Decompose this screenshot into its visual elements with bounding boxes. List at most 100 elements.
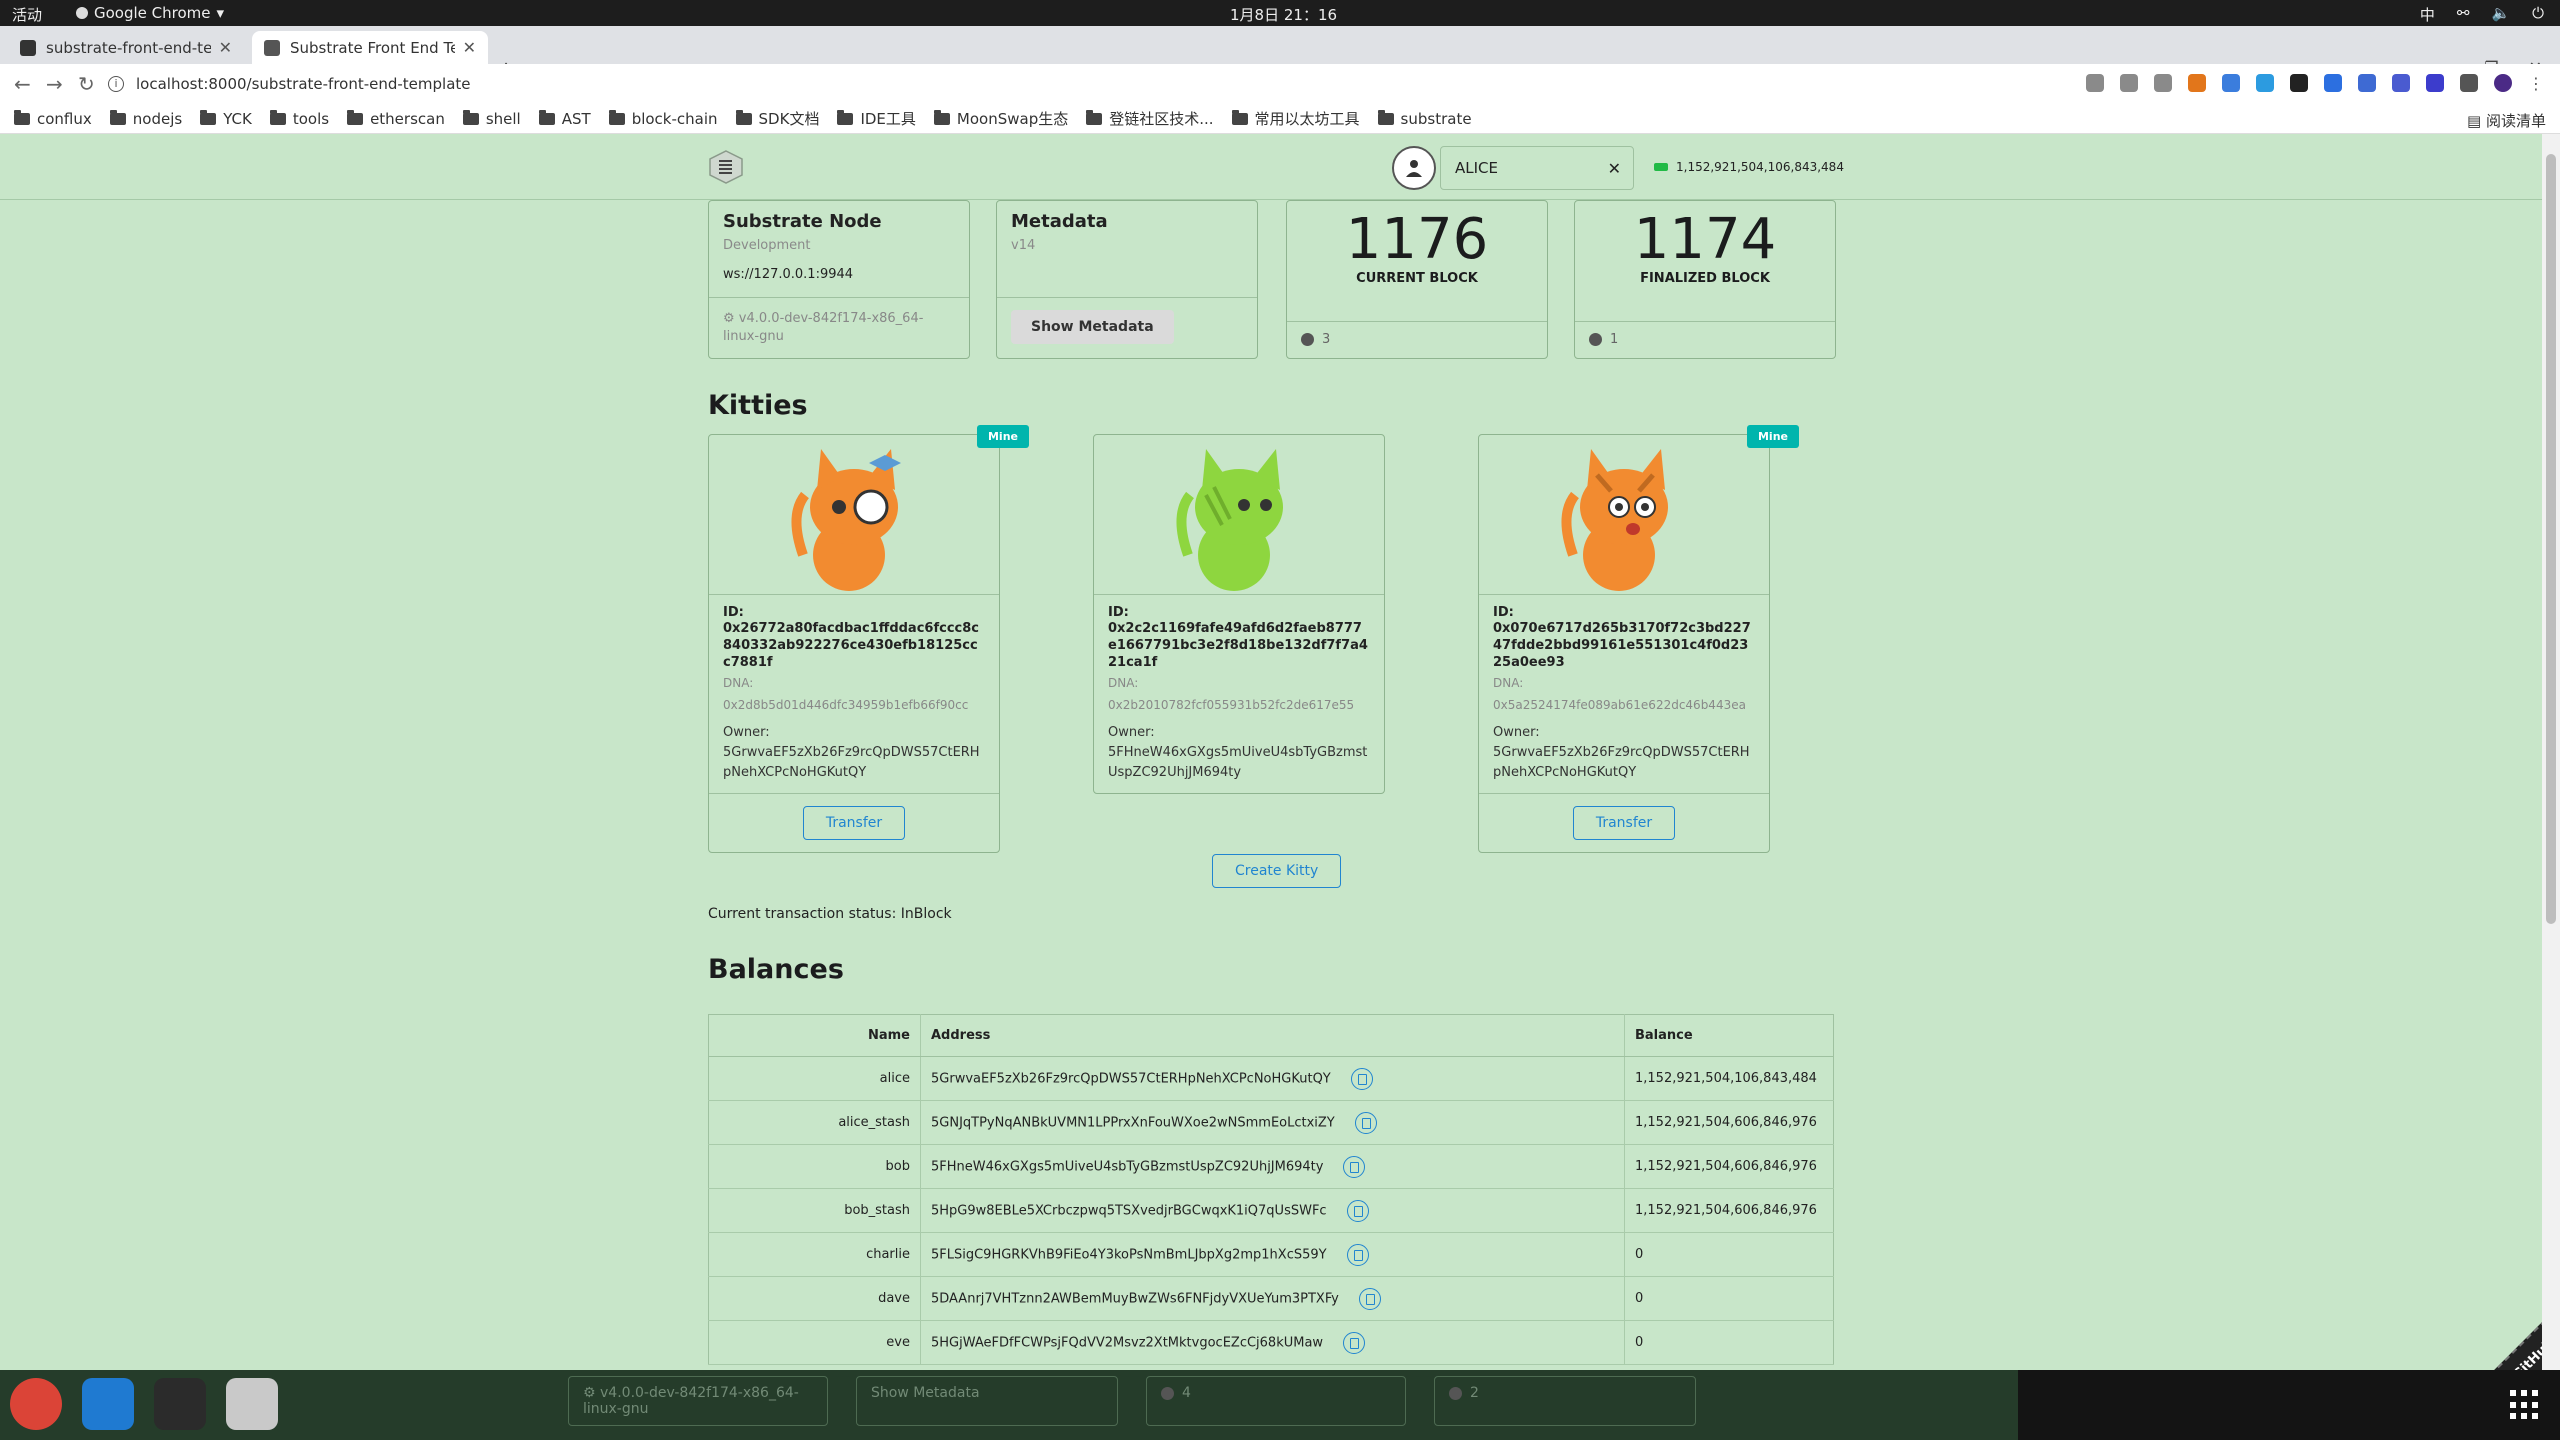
bookmark-folder[interactable]: AST (538, 109, 591, 128)
kebab-menu-icon[interactable]: ⋮ (2528, 74, 2546, 93)
translate-icon[interactable] (2086, 74, 2104, 92)
app-menu[interactable]: Google Chrome ▾ (76, 4, 224, 22)
profile-avatar[interactable] (2494, 74, 2512, 92)
copy-icon[interactable] (1346, 1243, 1369, 1266)
chrome-dock-icon[interactable] (10, 1378, 62, 1430)
mine-badge: Mine (976, 425, 1029, 448)
ghost-version: ⚙ v4.0.0-dev-842f174-x86_64-linux-gnu (568, 1376, 828, 1426)
folder-icon (608, 109, 625, 125)
bookmark-folder[interactable]: 登链社区技术... (1086, 108, 1214, 129)
bookmark-folder[interactable]: block-chain (608, 109, 718, 128)
os-top-bar: 活动 Google Chrome ▾ 1月8日 21：16 中 ⚯ 🔈 ⏻ (0, 0, 2560, 26)
network-icon[interactable]: ⚯ (2457, 4, 2470, 25)
transfer-button[interactable]: Transfer (802, 806, 906, 840)
copy-icon[interactable] (1346, 1199, 1369, 1222)
kitty-details: ID: 0x070e6717d265b3170f72c3bd22747fdde2… (1479, 595, 1769, 793)
tab-title: substrate-front-end-temp (46, 38, 211, 57)
extension-icon[interactable] (2290, 74, 2308, 92)
copy-icon[interactable] (1343, 1331, 1366, 1354)
extension-icon[interactable] (2392, 74, 2410, 92)
copy-icon[interactable] (1350, 1067, 1373, 1090)
bookmarks-bar: conflux nodejs YCK tools etherscan shell… (0, 104, 2560, 134)
tab-github[interactable]: substrate-front-end-temp ✕ (8, 31, 244, 64)
folder-icon (1086, 109, 1103, 125)
bookmark-folder[interactable]: IDE工具 (837, 108, 916, 129)
vscode-dock-icon[interactable] (82, 1378, 134, 1430)
bookmark-folder[interactable]: shell (462, 109, 521, 128)
power-icon[interactable]: ⏻ (2532, 4, 2544, 25)
current-block-number: 1176 (1345, 207, 1489, 272)
address-text: 5HGjWAeFDfFCWPsjFQdVV2Msvz2XtMktvgocEZcC… (931, 1335, 1324, 1350)
files-dock-icon[interactable] (226, 1378, 278, 1430)
extension-icon[interactable] (2426, 74, 2444, 92)
bookmark-label: MoonSwap生态 (956, 110, 1069, 128)
folder-icon (1377, 109, 1394, 125)
clear-icon[interactable]: ✕ (1608, 159, 1621, 178)
address-cell: 5HGjWAeFDfFCWPsjFQdVV2Msvz2XtMktvgocEZcC… (920, 1320, 1625, 1365)
account-icon[interactable] (1392, 146, 1436, 190)
clock-icon (1161, 1386, 1174, 1400)
account-selector[interactable]: ALICE ✕ (1440, 146, 1634, 190)
socket-url: ws://127.0.0.1:9944 (723, 267, 854, 282)
create-kitty-button[interactable]: Create Kitty (1212, 854, 1342, 888)
puzzle-icon[interactable] (2460, 74, 2478, 92)
transfer-button[interactable]: Transfer (1572, 806, 1676, 840)
kitty-card: Mine ID: 0x070e6717d265b3170f72c3bd22747… (1478, 425, 1799, 853)
kitty-actions: Transfer (709, 793, 999, 852)
input-method-indicator[interactable]: 中 (2420, 4, 2435, 25)
copy-icon[interactable] (1358, 1287, 1381, 1310)
show-apps-icon[interactable] (2510, 1390, 2540, 1420)
activities-button[interactable]: 活动 (12, 4, 42, 25)
address-cell: 5FHneW46xGXgs5mUiveU4sbTyGBzmstUspZC92Uh… (920, 1144, 1625, 1189)
bookmark-folder[interactable]: nodejs (109, 109, 182, 128)
bookmark-folder[interactable]: tools (269, 109, 329, 128)
reload-icon[interactable]: ↻ (78, 72, 95, 96)
account-name: ALICE (1455, 159, 1498, 177)
bookmark-folder[interactable]: MoonSwap生态 (933, 108, 1069, 129)
terminal-dock-icon[interactable] (154, 1378, 206, 1430)
balance-cell: 0 (1624, 1232, 1834, 1277)
folder-icon (347, 109, 364, 125)
metamask-icon[interactable] (2188, 74, 2206, 92)
send-icon[interactable] (2120, 74, 2138, 92)
owner-label: Owner: (1108, 725, 1155, 740)
back-icon[interactable]: ← (14, 72, 31, 96)
forward-icon[interactable]: → (46, 72, 63, 96)
page-scrollbar[interactable] (2542, 134, 2560, 1370)
block-timer: 1 (1575, 321, 1835, 357)
extension-icon[interactable] (2324, 74, 2342, 92)
taskbar: ⚙ v4.0.0-dev-842f174-x86_64-linux-gnu Sh… (0, 1370, 2560, 1440)
extension-icon[interactable] (2358, 74, 2376, 92)
bookmark-folder[interactable]: etherscan (347, 109, 445, 128)
bookmark-folder[interactable]: conflux (14, 109, 92, 128)
owner-label: Owner: (1493, 725, 1540, 740)
copy-icon[interactable] (1354, 1111, 1377, 1134)
substrate-logo (709, 150, 743, 184)
close-tab-icon[interactable]: ✕ (219, 38, 232, 57)
copy-icon[interactable] (1343, 1155, 1366, 1178)
bookmark-folder[interactable]: SDK文档 (735, 108, 819, 129)
site-info-icon[interactable]: i (108, 76, 124, 92)
bookmark-star-icon[interactable] (2154, 74, 2172, 92)
extension-icon[interactable] (2222, 74, 2240, 92)
show-metadata-button[interactable]: Show Metadata (1011, 310, 1174, 344)
address-cell: 5GrwvaEF5zXb26Fz9rcQpDWS57CtERHpNehXCPcN… (920, 1056, 1625, 1101)
github-ribbon[interactable]: Fork me on GitHub (2403, 1290, 2542, 1370)
bookmark-folder[interactable]: YCK (200, 109, 252, 128)
address-bar[interactable]: i localhost:8000/substrate-front-end-tem… (108, 70, 2108, 98)
clock[interactable]: 1月8日 21：16 (1230, 4, 1337, 25)
bookmark-label: block-chain (631, 109, 718, 128)
close-tab-icon[interactable]: ✕ (463, 38, 476, 57)
volume-icon[interactable]: 🔈 (2491, 4, 2510, 25)
tab-substrate[interactable]: Substrate Front End Tem ✕ (252, 31, 488, 64)
timer-value: 3 (1322, 332, 1331, 347)
account-name-cell: bob (708, 1144, 921, 1189)
browser-toolbar: ← → ↻ i localhost:8000/substrate-front-e… (0, 64, 2560, 104)
account-balance-label: 1,152,921,504,106,843,484 (1654, 160, 1844, 174)
extension-icon[interactable] (2256, 74, 2274, 92)
reading-list-button[interactable]: ▤ 阅读清单 (2467, 110, 2546, 131)
bookmark-folder[interactable]: 常用以太坊工具 (1231, 108, 1360, 129)
system-tray[interactable]: 中 ⚯ 🔈 ⏻ (2420, 4, 2544, 25)
bookmark-folder[interactable]: substrate (1377, 109, 1472, 128)
scrollbar-thumb[interactable] (2546, 154, 2556, 924)
